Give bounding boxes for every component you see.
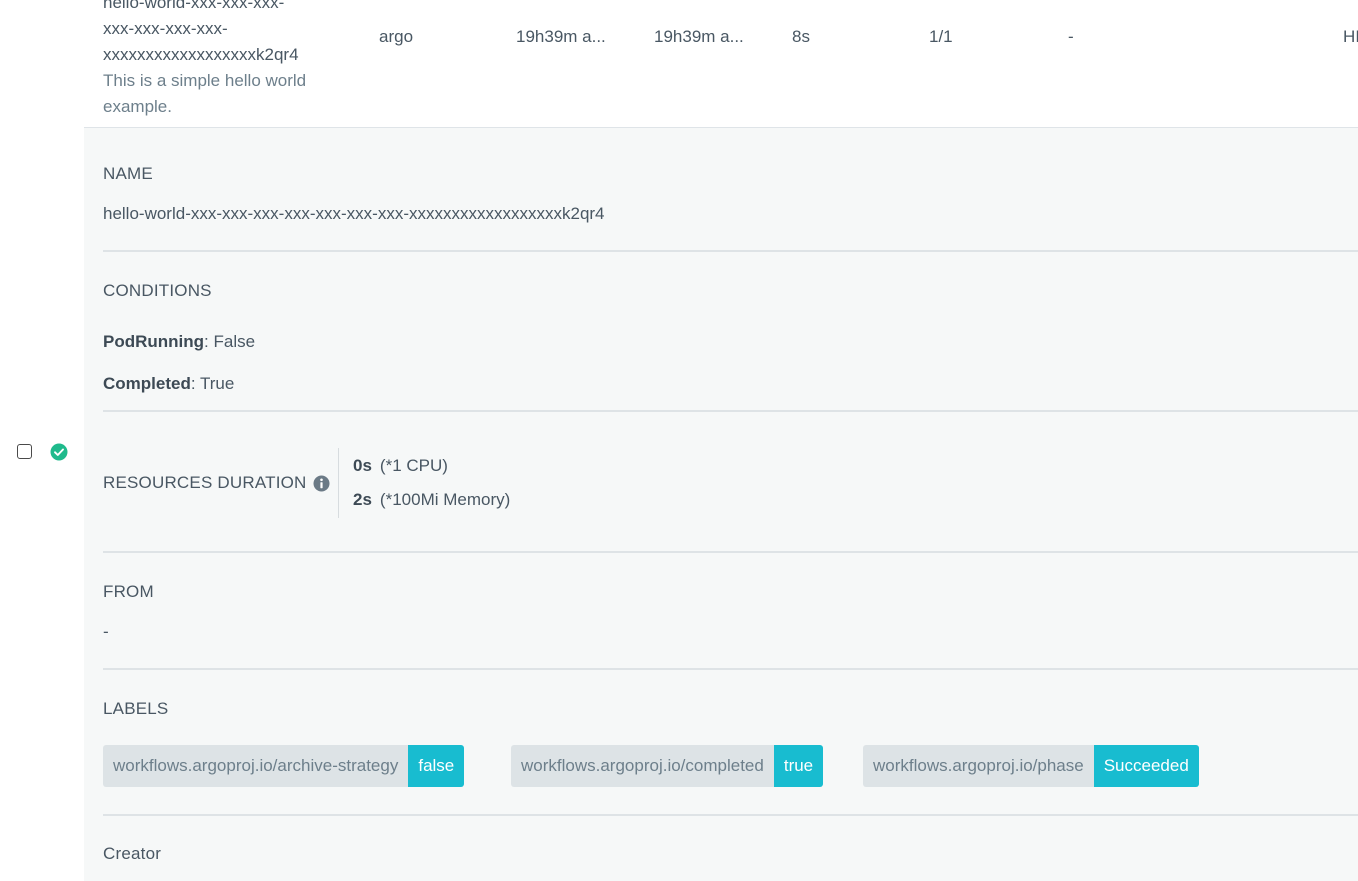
label-chip: workflows.argoproj.io/completed true — [511, 745, 824, 787]
row-select-checkbox[interactable] — [17, 444, 32, 459]
workflow-row[interactable]: hello-world-xxx-xxx-xxx- xxx-xxx-xxx-xxx… — [84, 0, 1358, 128]
progress-cell: 1/1 — [929, 27, 953, 46]
label-key: workflows.argoproj.io/phase — [863, 745, 1094, 787]
label-value: Succeeded — [1093, 745, 1199, 787]
condition-item: PodRunning: False — [103, 332, 255, 352]
workflow-description-line: example. — [103, 97, 172, 116]
condition-item: Completed: True — [103, 374, 234, 394]
section-divider — [103, 814, 1358, 816]
label-value: false — [408, 745, 465, 787]
finished-cell: 19h39m a... — [654, 27, 744, 46]
condition-value: : False — [204, 332, 256, 351]
resource-amount: 0s — [353, 456, 372, 475]
condition-value: : True — [190, 374, 235, 393]
info-circle-icon[interactable] — [313, 475, 330, 492]
label-key: workflows.argoproj.io/completed — [511, 745, 774, 787]
name-value: hello-world-xxx-xxx-xxx-xxx-xxx-xxx-xxx-… — [103, 204, 605, 223]
resources-separator — [338, 448, 339, 518]
label-chip: workflows.argoproj.io/archive-strategy fa… — [103, 745, 465, 787]
truncated-cell: HI — [1343, 27, 1358, 46]
section-divider — [103, 668, 1358, 670]
started-cell: 19h39m a... — [516, 27, 606, 46]
resource-amount: 2s — [353, 490, 372, 509]
from-value: - — [103, 622, 109, 641]
from-section-title: FROM — [103, 582, 154, 601]
label-chip: workflows.argoproj.io/phase Succeeded — [863, 745, 1199, 787]
section-divider — [103, 250, 1358, 252]
duration-cell: 8s — [792, 27, 810, 46]
workflow-name-cell: hello-world-xxx-xxx-xxx- xxx-xxx-xxx-xxx… — [103, 0, 338, 120]
message-cell: - — [1068, 27, 1074, 46]
resources-title-group: RESOURCES DURATION — [103, 473, 330, 493]
namespace-cell: argo — [379, 27, 414, 46]
workflow-name-line: xxx-xxx-xxx-xxx- — [103, 19, 228, 38]
condition-key: PodRunning — [103, 332, 205, 351]
workflow-description-line: This is a simple hello world — [103, 71, 307, 90]
labels-section-title: LABELS — [103, 699, 169, 718]
resource-item: 0s (*1 CPU) — [353, 456, 448, 476]
section-divider — [103, 551, 1358, 553]
section-divider — [103, 410, 1358, 412]
workflow-details-panel: NAME hello-world-xxx-xxx-xxx-xxx-xxx-xxx… — [84, 128, 1358, 881]
resources-section-title: RESOURCES DURATION — [103, 473, 307, 492]
label-key: workflows.argoproj.io/archive-strategy — [103, 745, 409, 787]
check-circle-icon — [50, 443, 68, 461]
label-value: true — [773, 745, 824, 787]
resource-unit: (*1 CPU) — [379, 456, 448, 475]
creator-section-title: Creator — [103, 844, 162, 863]
name-section-title: NAME — [103, 164, 153, 183]
workflow-name-line: xxxxxxxxxxxxxxxxxxk2qr4 — [103, 45, 299, 64]
conditions-section-title: CONDITIONS — [103, 281, 212, 300]
condition-key: Completed — [103, 374, 191, 393]
resource-unit: (*100Mi Memory) — [379, 490, 511, 509]
resource-item: 2s (*100Mi Memory) — [353, 490, 510, 510]
workflow-name-line: hello-world-xxx-xxx-xxx- — [103, 0, 285, 12]
